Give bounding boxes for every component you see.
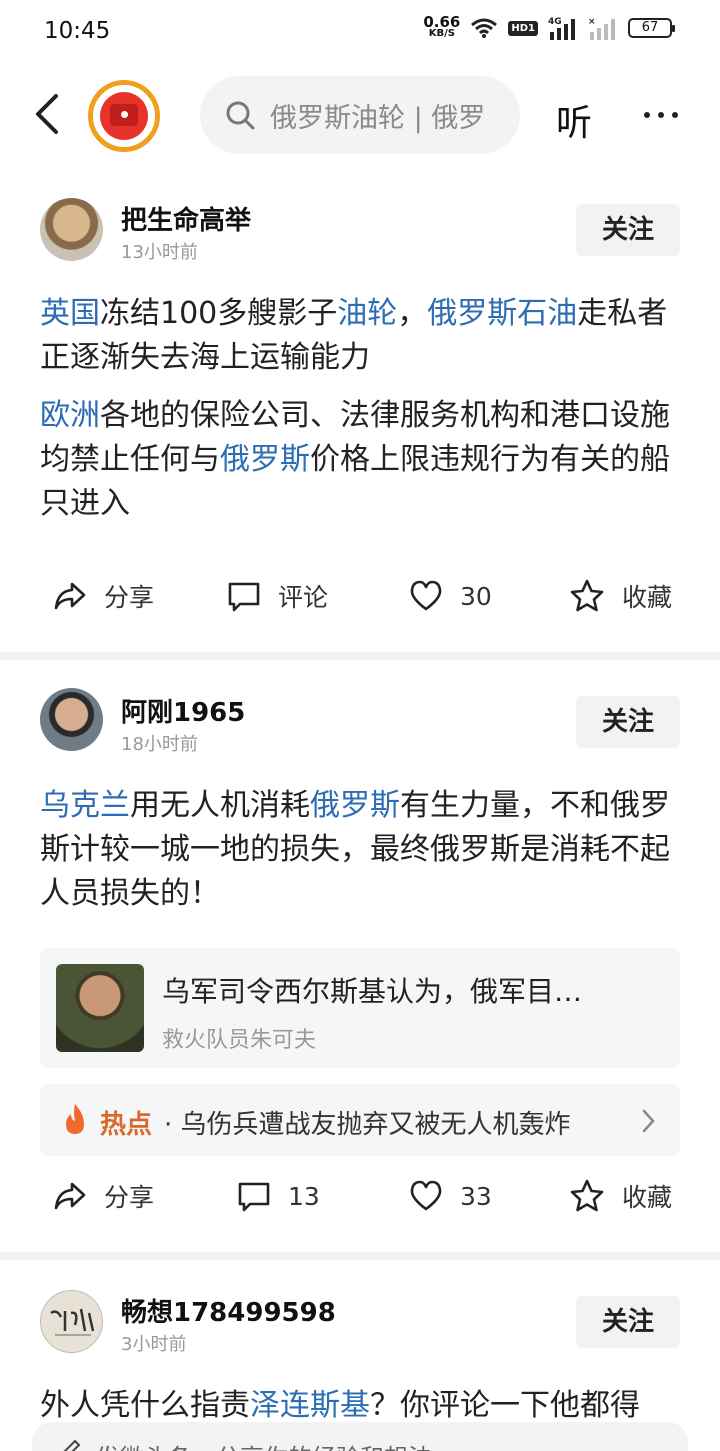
keyword-link[interactable]: 英国 [40, 296, 100, 331]
avatar[interactable] [40, 1290, 103, 1353]
author-name[interactable]: 阿刚1965 [121, 692, 245, 729]
like-button[interactable]: 30 [408, 578, 492, 614]
post-text-segment: 冻结100多艘影子 [100, 296, 338, 331]
avatar[interactable] [40, 198, 103, 261]
star-icon [570, 1179, 604, 1212]
hot-label: 热点 [100, 1110, 153, 1140]
network-speed: 0.66 KB/S [423, 13, 461, 40]
author-name[interactable]: 畅想178499598 [121, 1292, 336, 1329]
signal-icon: 4G [548, 17, 575, 40]
share-icon [54, 1182, 86, 1210]
post-card: 把生命高举 13小时前 关注 英国冻结100多艘影子油轮，俄罗斯石油走私者正逐渐… [0, 168, 720, 652]
favorite-button[interactable]: 收藏 [568, 578, 672, 614]
follow-button[interactable]: 关注 [576, 204, 680, 256]
keyword-link[interactable]: 俄罗斯 [220, 442, 310, 477]
share-button[interactable]: 分享 [52, 578, 154, 614]
post-paragraph: 英国冻结100多艘影子油轮，俄罗斯石油走私者正逐渐失去海上运输能力 [40, 292, 685, 380]
top-nav-bar: 俄罗斯油轮 | 俄罗 听 [0, 64, 720, 168]
chevron-right-icon [642, 1109, 655, 1133]
avatar[interactable] [40, 688, 103, 751]
heart-icon [410, 1180, 442, 1211]
divider [0, 1252, 720, 1260]
post-text-segment: 外人凭什么指责 [40, 1388, 250, 1422]
post-time: 18小时前 [121, 734, 198, 755]
more-options-icon[interactable] [644, 112, 678, 118]
post-card: 阿刚1965 18小时前 关注 乌克兰用无人机消耗俄罗斯有生力量，不和俄罗斯计较… [0, 660, 720, 1252]
keyword-link[interactable]: 乌克兰 [40, 788, 130, 823]
keyword-link[interactable]: 俄罗斯石油 [427, 296, 577, 331]
comment-button[interactable]: 13 [236, 1178, 320, 1214]
comment-button[interactable]: 评论 [226, 578, 328, 614]
like-button[interactable]: 33 [408, 1178, 492, 1214]
post-content[interactable]: 英国冻结100多艘影子油轮，俄罗斯石油走私者正逐渐失去海上运输能力欧洲各地的保险… [40, 292, 685, 540]
wifi-icon [471, 18, 498, 38]
battery-icon: 67 [628, 18, 675, 38]
comment-icon [228, 582, 260, 612]
post-content[interactable]: 乌克兰用无人机消耗俄罗斯有生力量，不和俄罗斯计较一城一地的损失，最终俄罗斯是消耗… [40, 784, 685, 930]
app-logo[interactable] [88, 80, 160, 152]
status-bar: 10:45 0.66 KB/S HD1 4G × 67 [0, 0, 720, 64]
hd-badge: HD1 [508, 20, 538, 36]
favorite-button[interactable]: 收藏 [568, 1178, 672, 1214]
search-input[interactable]: 俄罗斯油轮 | 俄罗 [200, 76, 520, 154]
post-text-segment: ？你评论一下他都得 [370, 1388, 640, 1422]
author-name[interactable]: 把生命高举 [121, 200, 251, 237]
heart-icon [410, 580, 442, 611]
status-icons: 0.66 KB/S HD1 4G × 67 [423, 13, 675, 40]
compose-bar[interactable]: 发微头条，分享你的经验和想法 [32, 1422, 688, 1451]
post-card: 畅想178499598 3小时前 关注 外人凭什么指责泽连斯基？你评论一下他都得 [0, 1260, 720, 1422]
hot-topic-bar[interactable]: 热点 · 乌伤兵遭战友抛弃又被无人机轰炸 [40, 1084, 680, 1156]
post-text-segment: 用无人机消耗 [130, 788, 310, 823]
signal-icon-2: × [588, 17, 615, 40]
flame-icon [66, 1104, 84, 1134]
share-button[interactable]: 分享 [52, 1178, 154, 1214]
svg-text:4G: 4G [548, 17, 562, 27]
calligraphy-avatar-image [50, 1308, 95, 1336]
pencil-icon [63, 1439, 81, 1451]
post-time: 13小时前 [121, 242, 198, 263]
star-icon [570, 579, 604, 612]
article-thumbnail [56, 964, 144, 1052]
share-icon [54, 582, 86, 610]
action-bar: 分享 评论 30 收藏 [0, 578, 720, 622]
compose-placeholder: 发微头条，分享你的经验和想法 [96, 1438, 432, 1451]
action-bar: 分享 13 33 收藏 [0, 1178, 720, 1222]
post-time: 3小时前 [121, 1334, 187, 1355]
search-query: 俄罗斯油轮 | 俄罗 [270, 102, 486, 134]
follow-button[interactable]: 关注 [576, 1296, 680, 1348]
post-content[interactable]: 外人凭什么指责泽连斯基？你评论一下他都得 [40, 1384, 720, 1422]
post-paragraph: 欧洲各地的保险公司、法律服务机构和港口设施均禁止任何与俄罗斯价格上限违规行为有关… [40, 394, 685, 526]
divider [0, 652, 720, 660]
search-icon [226, 101, 255, 130]
article-source: 救火队员朱可夫 [162, 1028, 317, 1053]
post-paragraph: 外人凭什么指责泽连斯基？你评论一下他都得 [40, 1384, 720, 1422]
listen-button[interactable]: 听 [556, 94, 592, 146]
comment-icon [238, 1182, 270, 1212]
keyword-link[interactable]: 泽连斯基 [250, 1388, 370, 1422]
keyword-link[interactable]: 欧洲 [40, 398, 100, 433]
keyword-link[interactable]: 俄罗斯 [310, 788, 400, 823]
status-time: 10:45 [44, 18, 111, 44]
back-button[interactable] [28, 90, 68, 138]
article-title: 乌军司令西尔斯基认为，俄军目… [162, 975, 583, 1008]
chevron-left-icon [36, 94, 58, 134]
linked-article-card[interactable]: 乌军司令西尔斯基认为，俄军目… 救火队员朱可夫 [40, 948, 680, 1068]
follow-button[interactable]: 关注 [576, 696, 680, 748]
keyword-link[interactable]: 油轮 [337, 296, 397, 331]
hot-topic-text: · 乌伤兵遭战友抛弃又被无人机轰炸 [164, 1110, 571, 1140]
svg-text:×: × [588, 17, 596, 27]
post-text-segment: ， [397, 296, 428, 331]
post-paragraph: 乌克兰用无人机消耗俄罗斯有生力量，不和俄罗斯计较一城一地的损失，最终俄罗斯是消耗… [40, 784, 685, 916]
